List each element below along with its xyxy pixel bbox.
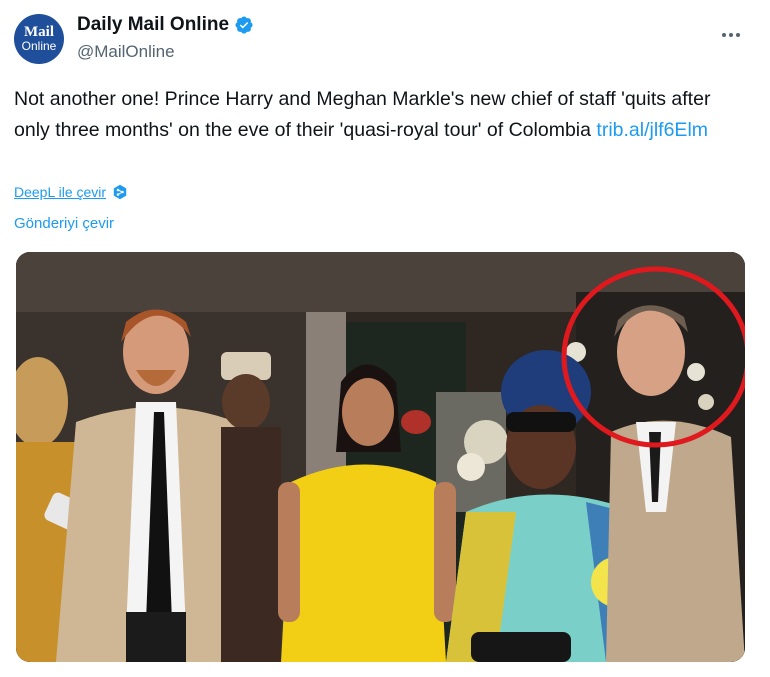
photo-scene — [16, 252, 745, 662]
translate-post-link[interactable]: Gönderiyi çevir — [14, 215, 114, 232]
deepl-translate-link[interactable]: DeepL ile çevir — [14, 184, 106, 200]
more-options-icon[interactable] — [722, 24, 748, 37]
avatar-logo-line2: Online — [21, 39, 57, 53]
author-handle[interactable]: @MailOnline — [77, 42, 175, 62]
author-display-name[interactable]: Daily Mail Online — [77, 14, 229, 36]
avatar[interactable]: Mail Online — [14, 14, 64, 64]
deepl-translate: DeepL ile çevir — [14, 184, 128, 200]
avatar-logo-line1: Mail — [24, 24, 54, 40]
deepl-icon — [113, 184, 127, 200]
tweet-text: Not another one! Prince Harry and Meghan… — [14, 84, 734, 146]
author-name-row: Daily Mail Online — [77, 14, 254, 36]
tweet-link[interactable]: trib.al/jlf6Elm — [596, 119, 708, 141]
verified-badge-icon — [235, 16, 253, 34]
tweet-photo[interactable] — [16, 252, 745, 662]
tweet-card: Mail Online Daily Mail Online @MailOnlin… — [0, 0, 770, 677]
